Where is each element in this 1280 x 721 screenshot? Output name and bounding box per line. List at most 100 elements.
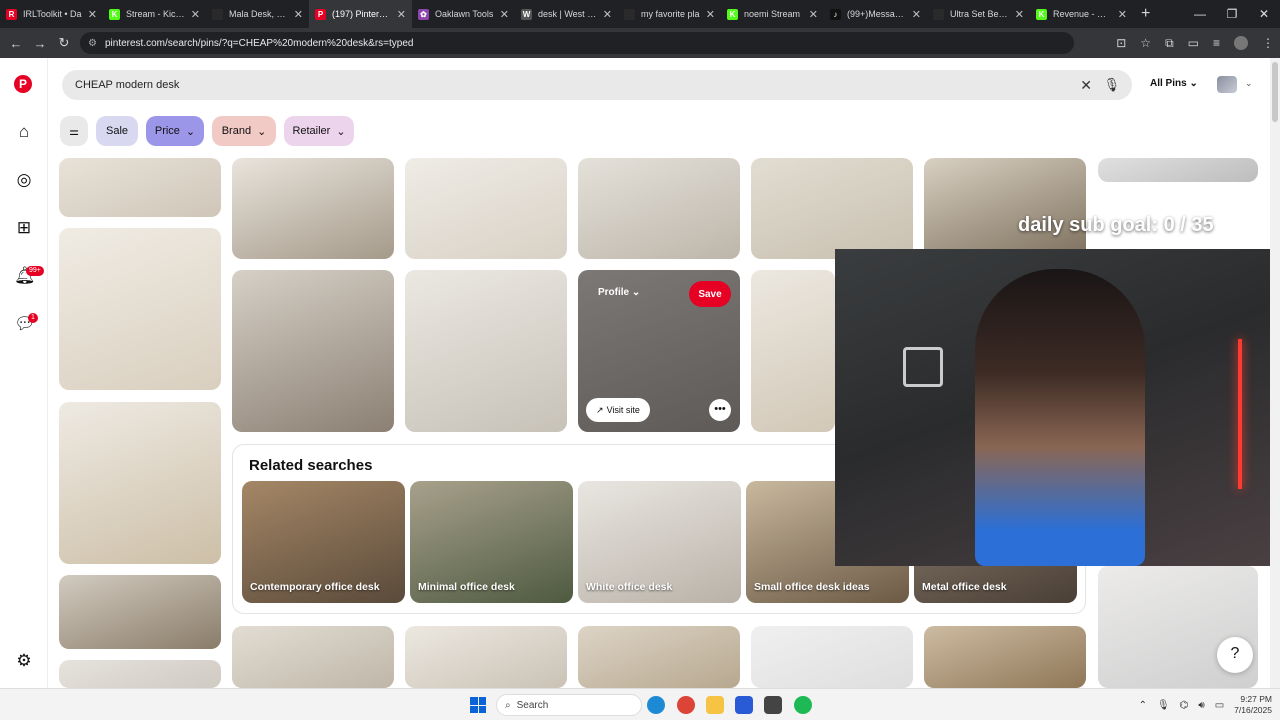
tab-favicon-icon: [624, 8, 635, 20]
volume-icon[interactable]: 🔊︎: [1198, 700, 1204, 711]
all-pins-dropdown[interactable]: All Pins ⌄: [1150, 78, 1198, 89]
clock[interactable]: 9:27 PM 7/16/2025: [1234, 694, 1272, 716]
pin-image[interactable]: [1098, 158, 1258, 182]
page-scrollbar[interactable]: [1270, 58, 1280, 688]
settings-icon[interactable]: ⚙: [14, 651, 34, 671]
browser-tab[interactable]: Ultra Set Bed F ✕: [927, 0, 1030, 28]
close-tab-icon[interactable]: ✕: [191, 8, 200, 21]
visit-site-button[interactable]: ↗ Visit site: [586, 398, 650, 422]
browser-tab[interactable]: P (197) Pinterest ✕: [309, 0, 412, 28]
install-app-icon[interactable]: ⊡: [1116, 36, 1126, 50]
pin-image[interactable]: [59, 228, 221, 390]
pin-image[interactable]: [751, 270, 835, 432]
browser-tab[interactable]: Wdesk | West Elm ✕: [515, 0, 618, 28]
taskbar-search[interactable]: ⌕ Search: [496, 694, 642, 716]
close-tab-icon[interactable]: ✕: [603, 8, 612, 21]
browser-tab[interactable]: my favorite pla ✕: [618, 0, 721, 28]
pin-image[interactable]: [59, 158, 221, 217]
help-button[interactable]: ?: [1217, 637, 1253, 673]
close-window-button[interactable]: ✕: [1248, 7, 1280, 21]
close-tab-icon[interactable]: ✕: [500, 8, 509, 21]
windows-start-icon[interactable]: [470, 697, 486, 713]
extensions-icon[interactable]: ⧉: [1165, 36, 1174, 51]
browser-tab[interactable]: ♪ (99+)Messages ✕: [824, 0, 927, 28]
sidebar-icon[interactable]: ▭: [1188, 36, 1199, 50]
battery-icon[interactable]: ▭: [1215, 700, 1224, 711]
file-explorer-icon[interactable]: [706, 696, 724, 714]
pin-image[interactable]: [59, 575, 221, 649]
home-icon[interactable]: ⌂: [14, 122, 34, 142]
back-icon[interactable]: ←: [4, 36, 28, 51]
close-tab-icon[interactable]: ✕: [912, 8, 921, 21]
pin-image[interactable]: [578, 158, 740, 259]
reload-icon[interactable]: ↻: [52, 35, 76, 51]
network-icon[interactable]: ⌬: [1180, 700, 1189, 711]
pin-image[interactable]: [578, 626, 740, 688]
pin-image[interactable]: [232, 626, 394, 688]
pin-image[interactable]: [751, 626, 913, 688]
bookmark-star-icon[interactable]: ☆: [1140, 36, 1151, 50]
close-tab-icon[interactable]: ✕: [809, 8, 818, 21]
tab-title: noemi Stream: [744, 9, 801, 19]
forward-icon[interactable]: →: [28, 36, 52, 51]
clear-search-icon[interactable]: ✕: [1080, 77, 1092, 94]
spotify-icon[interactable]: [794, 696, 812, 714]
close-tab-icon[interactable]: ✕: [706, 8, 715, 21]
browser-tab[interactable]: ✿ Oaklawn Tools ✕: [412, 0, 515, 28]
scrollbar-thumb[interactable]: [1272, 62, 1278, 122]
pin-image[interactable]: [59, 402, 221, 564]
microphone-icon[interactable]: 🎙︎: [1103, 77, 1120, 93]
pin-image[interactable]: [405, 626, 567, 688]
search-bar[interactable]: CHEAP modern desk ✕ 🎙︎: [62, 70, 1132, 100]
save-button[interactable]: Save: [689, 281, 731, 307]
pinterest-logo-icon[interactable]: P: [14, 75, 34, 95]
url-field[interactable]: ⚙ pinterest.com/search/pins/?q=CHEAP%20m…: [80, 32, 1074, 54]
media-icon[interactable]: ≡: [1213, 36, 1220, 50]
brand-chip[interactable]: Brand ⌄: [212, 116, 276, 146]
edge-icon[interactable]: [647, 696, 665, 714]
pin-image[interactable]: [924, 626, 1086, 688]
profile-avatar[interactable]: [1234, 36, 1248, 50]
chrome-icon[interactable]: [677, 696, 695, 714]
retailer-chip[interactable]: Retailer ⌄: [284, 116, 354, 146]
account-chevron-icon[interactable]: ⌄: [1245, 78, 1253, 89]
related-search-card[interactable]: Contemporary office desk: [242, 481, 405, 603]
store-icon[interactable]: [735, 696, 753, 714]
browser-tab[interactable]: Knoemi Stream ✕: [721, 0, 824, 28]
related-search-card[interactable]: White office desk: [578, 481, 741, 603]
mic-tray-icon[interactable]: 🎙︎: [1157, 700, 1170, 711]
menu-icon[interactable]: ⋮: [1262, 36, 1274, 50]
browser-tab[interactable]: K Revenue - Kick ✕: [1030, 0, 1133, 28]
browser-tab[interactable]: R IRLToolkit • Da ✕: [0, 0, 103, 28]
filters-button[interactable]: ⚌: [60, 116, 88, 146]
browser-tab[interactable]: Mala Desk, Nat ✕: [206, 0, 309, 28]
explore-icon[interactable]: ◎: [14, 170, 34, 190]
close-tab-icon[interactable]: ✕: [1118, 8, 1127, 21]
site-info-icon[interactable]: ⚙: [88, 38, 97, 49]
pin-image[interactable]: [405, 158, 567, 259]
maximize-button[interactable]: ❐: [1216, 7, 1248, 21]
pin-image[interactable]: [751, 158, 913, 259]
pin-image[interactable]: [924, 158, 1086, 259]
pin-image[interactable]: [59, 660, 221, 688]
price-chip[interactable]: Price ⌄: [146, 116, 204, 146]
browser-tab[interactable]: K Stream - Kick D ✕: [103, 0, 206, 28]
create-icon[interactable]: ⊞: [14, 218, 34, 238]
chevron-up-icon[interactable]: ⌃: [1139, 700, 1147, 711]
pin-image[interactable]: [405, 270, 567, 432]
pin-image[interactable]: [232, 270, 394, 432]
new-tab-button[interactable]: +: [1141, 5, 1150, 23]
user-avatar[interactable]: [1217, 76, 1237, 93]
close-tab-icon[interactable]: ✕: [1015, 8, 1024, 21]
obs-icon[interactable]: [764, 696, 782, 714]
more-options-button[interactable]: •••: [709, 399, 731, 421]
sale-chip[interactable]: Sale: [96, 116, 138, 146]
close-tab-icon[interactable]: ✕: [397, 8, 406, 21]
minimize-button[interactable]: —: [1184, 7, 1216, 21]
close-tab-icon[interactable]: ✕: [88, 8, 97, 21]
related-search-card[interactable]: Minimal office desk: [410, 481, 573, 603]
search-input[interactable]: CHEAP modern desk: [75, 79, 179, 91]
close-tab-icon[interactable]: ✕: [294, 8, 303, 21]
pin-profile-dropdown[interactable]: Profile ⌄: [598, 287, 640, 298]
pin-image[interactable]: [232, 158, 394, 259]
